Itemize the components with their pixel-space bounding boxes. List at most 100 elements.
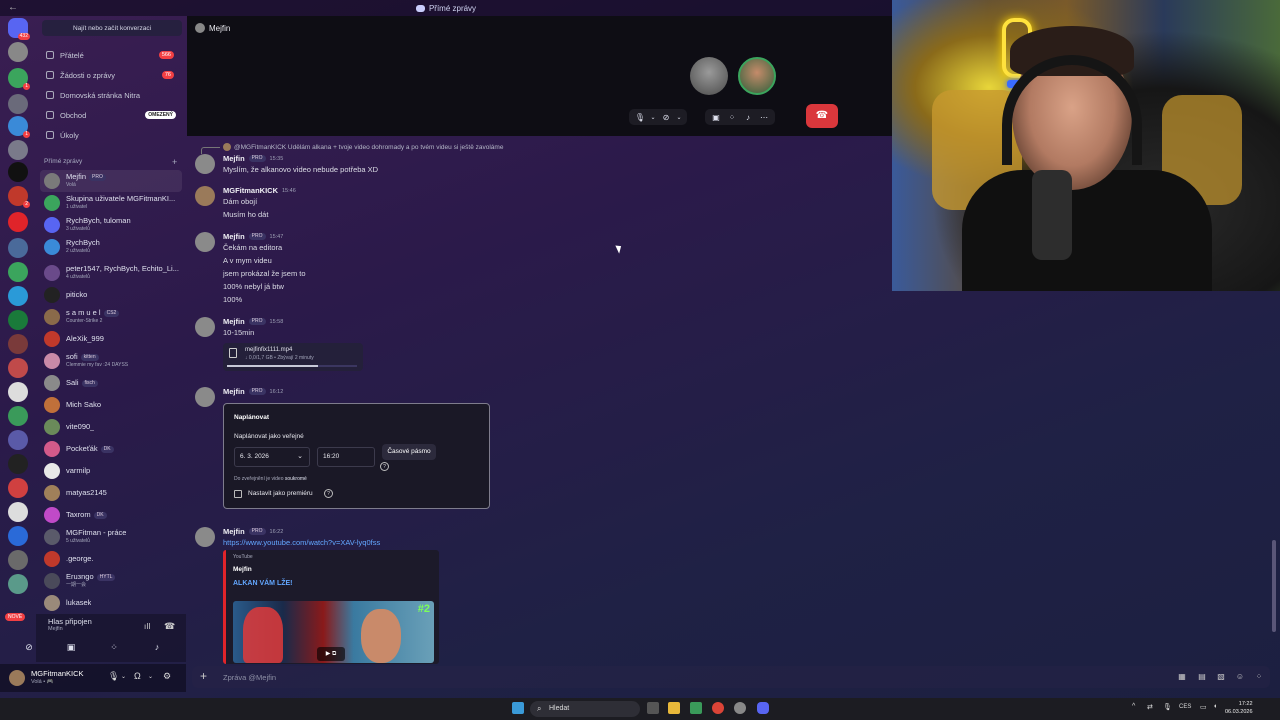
server-icon[interactable] <box>8 42 28 62</box>
author-name[interactable]: Mejfin <box>223 154 245 163</box>
server-icon[interactable] <box>8 310 28 330</box>
server-icon[interactable] <box>8 502 28 522</box>
server-icon[interactable] <box>8 382 28 402</box>
scrollbar[interactable] <box>1272 540 1276 632</box>
dm-row[interactable]: Mejfin PRO Volá <box>40 170 182 192</box>
video-thumbnail[interactable]: #2 ▶ ⧉ <box>233 601 434 663</box>
dm-row[interactable]: Еruзngo HYTL 一期一会 <box>40 570 182 592</box>
server-icon[interactable] <box>8 406 28 426</box>
find-conversation-button[interactable]: Najít nebo začít konverzaci <box>42 20 182 36</box>
sticker-icon[interactable]: ▧ <box>1216 672 1226 682</box>
call-soundboard-icon[interactable]: ♪ <box>741 113 755 122</box>
tray-mic-icon[interactable]: 🎙 <box>1163 703 1172 711</box>
dm-row[interactable]: varmilp <box>40 460 182 482</box>
gif-icon[interactable]: ▤ <box>1197 672 1207 682</box>
call-camera-chevron-icon[interactable]: ⌄ <box>675 114 683 121</box>
server-icon[interactable]: 1 <box>8 68 30 90</box>
embed-author[interactable]: Mejfin <box>233 566 252 573</box>
dm-row[interactable]: s a m u e l CS2 Counter-Strike 2 <box>40 306 182 328</box>
server-icon[interactable] <box>8 212 28 232</box>
new-dm-plus-icon[interactable]: + <box>172 157 177 167</box>
dm-row[interactable]: RychBych 2 uživatelů <box>40 236 182 258</box>
dm-row[interactable]: .george. <box>40 548 182 570</box>
call-camera-off-icon[interactable]: ⊘ <box>659 113 673 122</box>
call-activities-icon[interactable]: ⁘ <box>725 113 739 122</box>
server-icon[interactable] <box>8 454 28 474</box>
author-avatar[interactable] <box>195 232 215 252</box>
dm-row[interactable]: matyas2145 <box>40 482 182 504</box>
author-name[interactable]: Mejfin <box>223 527 245 536</box>
mic-options-chevron-icon[interactable]: ⌄ <box>121 673 126 680</box>
task-view-icon[interactable] <box>647 702 659 714</box>
tray-sync-icon[interactable]: ⇄ <box>1147 703 1153 711</box>
dm-row[interactable]: piticko <box>40 284 182 306</box>
server-icon[interactable] <box>8 526 28 546</box>
call-more-icon[interactable]: ⋯ <box>757 113 771 122</box>
home-discord-icon[interactable]: 432 <box>8 18 30 40</box>
signal-icon[interactable]: ıII <box>144 622 151 631</box>
server-icon[interactable] <box>8 140 28 160</box>
dm-row[interactable]: MGFitman - práce 5 uživatelů <box>40 526 182 548</box>
apps-icon[interactable]: ⁘ <box>1254 672 1264 682</box>
nav-quests[interactable]: Úkoly <box>40 126 182 144</box>
author-name[interactable]: Mejfin <box>223 387 245 396</box>
chrome-icon[interactable] <box>712 702 724 714</box>
file-explorer-icon[interactable] <box>668 702 680 714</box>
author-name[interactable]: Mejfin <box>223 232 245 241</box>
store-icon[interactable] <box>690 702 702 714</box>
server-icon[interactable] <box>8 94 28 114</box>
dm-row[interactable]: Taxrom DK <box>40 504 182 526</box>
server-icon[interactable] <box>8 358 28 378</box>
audio-options-chevron-icon[interactable]: ⌄ <box>148 673 153 680</box>
tray-chevron-up-icon[interactable]: ^ <box>1132 703 1135 710</box>
microphone-icon[interactable]: 🎙 <box>108 671 119 682</box>
dm-row[interactable]: sofi kitten Clemmie my fav :24 DAYSS <box>40 350 182 372</box>
server-icon[interactable] <box>8 286 28 306</box>
author-name[interactable]: MGFitmanKICK <box>223 186 278 195</box>
play-icon[interactable]: ▶ ⧉ <box>317 647 345 661</box>
author-avatar[interactable] <box>195 527 215 547</box>
message-input[interactable]: Zpráva @Mejfin <box>223 673 276 682</box>
nav-shop[interactable]: Obchod OMEZENÝ <box>40 106 182 124</box>
nav-friends[interactable]: Přátelé 566 <box>40 46 182 64</box>
back-arrow-icon[interactable]: ← <box>8 2 18 13</box>
app-icon[interactable] <box>734 702 746 714</box>
author-avatar[interactable] <box>195 186 215 206</box>
soundboard-icon[interactable]: ♪ <box>150 642 164 654</box>
participant-avatar[interactable] <box>690 57 728 95</box>
taskbar-clock[interactable]: 17:22 06.03.2026 <box>1225 700 1253 716</box>
discord-taskbar-icon[interactable] <box>757 702 769 714</box>
youtube-link[interactable]: https://www.youtube.com/watch?v=XAV-lyq0… <box>223 538 380 547</box>
author-avatar[interactable] <box>195 387 215 407</box>
user-name[interactable]: MGFitmanKICK <box>31 669 84 678</box>
network-icon[interactable]: ▭ <box>1200 703 1207 711</box>
disconnect-icon[interactable]: ☎ <box>164 621 175 632</box>
dm-row[interactable]: Skupina uživatele MGFitmanKI... 1 uživate… <box>40 192 182 214</box>
message-composer[interactable]: + Zpráva @Mejfin ▦ ▤ ▧ ☺ ⁘ <box>192 666 1270 688</box>
settings-gear-icon[interactable]: ⚙ <box>163 671 171 682</box>
embed-title[interactable]: ALKAN VÁM LŽE! <box>233 580 293 587</box>
headphones-icon[interactable]: Ω <box>134 671 141 681</box>
language-indicator[interactable]: CES <box>1179 704 1191 710</box>
server-icon[interactable]: 1 <box>8 116 30 138</box>
camera-off-icon[interactable]: ⊘ <box>22 642 36 654</box>
activities-icon[interactable]: ⁘ <box>107 642 121 654</box>
server-icon[interactable] <box>8 478 28 498</box>
server-icon[interactable] <box>8 550 28 570</box>
volume-icon[interactable]: ◖ <box>1213 703 1217 710</box>
participant-avatar-speaking[interactable] <box>738 57 776 95</box>
hang-up-button[interactable]: ☎ <box>806 104 838 128</box>
start-windows-icon[interactable] <box>512 702 524 714</box>
screen-share-icon[interactable]: ▣ <box>64 642 78 654</box>
server-icon[interactable] <box>8 262 28 282</box>
server-icon[interactable] <box>8 430 28 450</box>
call-microphone-icon[interactable]: 🎙 <box>633 113 647 122</box>
author-name[interactable]: Mejfin <box>223 317 245 326</box>
dm-row[interactable]: Sali fisch <box>40 372 182 394</box>
server-icon[interactable] <box>8 238 28 258</box>
emoji-icon[interactable]: ☺ <box>1235 672 1245 682</box>
dm-row[interactable]: RychBych, tuloman 3 uživatelů <box>40 214 182 236</box>
dm-row[interactable]: Pockeťák DK <box>40 438 182 460</box>
nav-message-requests[interactable]: Žádosti o zprávy 76 <box>40 66 182 84</box>
author-avatar[interactable] <box>195 317 215 337</box>
